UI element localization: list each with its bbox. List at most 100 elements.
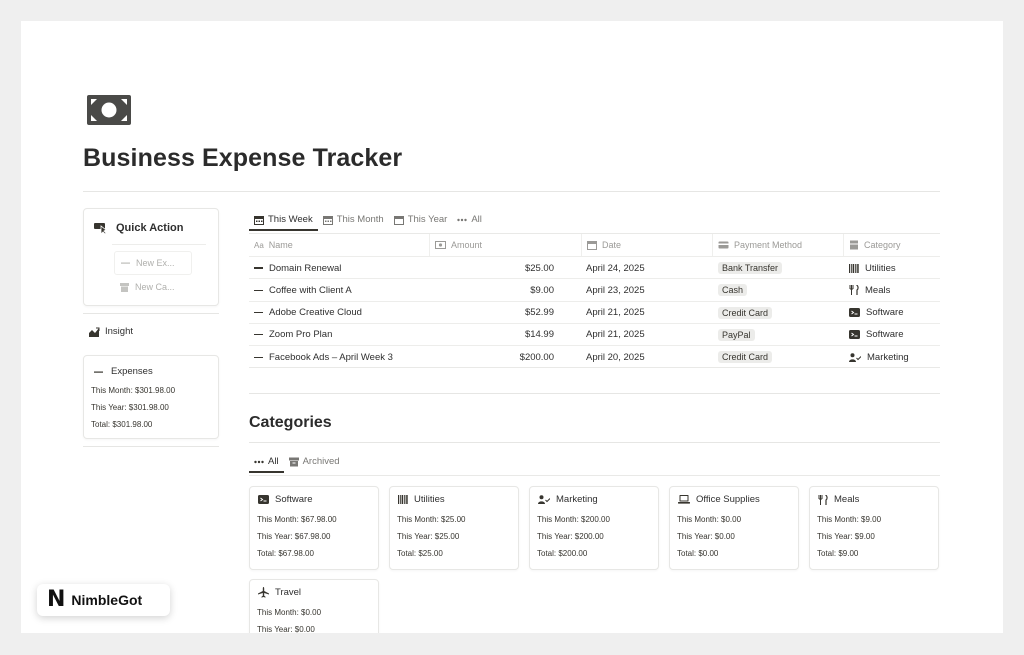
category-card[interactable]: Office Supplies This Month: $0.00 This Yea… (669, 486, 799, 570)
tab-archived[interactable]: Archived (284, 456, 345, 473)
tab-this-year[interactable]: This Year (389, 214, 453, 231)
new-category-label: New Ca... (135, 282, 175, 292)
category-card[interactable]: Meals This Month: $9.00 This Year: $9.00 To… (809, 486, 939, 570)
row-name-cell[interactable]: Domain Renewal (254, 257, 341, 279)
quick-action-card: Quick Action New Ex... New Ca... (83, 208, 219, 306)
fork-knife-icon (818, 494, 828, 505)
calendar-icon (254, 215, 264, 225)
column-header-payment-method[interactable]: Payment Method (718, 234, 802, 256)
expenses-summary-card[interactable]: Expenses This Month: $301.98.00 This Yea… (83, 355, 219, 439)
row-date-cell: April 23, 2025 (586, 279, 645, 301)
category-tabs: All Archived (249, 456, 345, 473)
category-link: Software (866, 307, 904, 319)
category-card[interactable]: Travel This Month: $0.00 This Year: $0.00 (249, 579, 379, 633)
expense-name: Adobe Creative Cloud (269, 307, 362, 319)
new-category-button[interactable]: New Ca... (114, 276, 190, 298)
new-expense-button[interactable]: New Ex... (114, 251, 192, 275)
category-card[interactable]: Utilities This Month: $25.00 This Year: $2… (389, 486, 519, 570)
row-payment-cell[interactable]: Cash (718, 279, 748, 301)
tab-label: Archived (302, 456, 340, 467)
category-name: Marketing (556, 494, 598, 505)
column-header-date[interactable]: Date (587, 234, 621, 256)
row-payment-cell[interactable]: PayPal (718, 324, 755, 346)
row-category-cell[interactable]: Software (849, 324, 904, 346)
category-card[interactable]: Software This Month: $67.98.00 This Year: … (249, 486, 379, 570)
brand-badge: N NimbleGot (37, 584, 170, 616)
table-row[interactable]: Facebook Ads – April Week 3 $200.00 April … (249, 345, 940, 368)
row-category-cell[interactable]: Marketing (849, 346, 909, 368)
row-name-cell[interactable]: Facebook Ads – April Week 3 (254, 346, 393, 368)
money-icon (435, 241, 446, 249)
fork-knife-icon (849, 285, 859, 296)
row-payment-cell[interactable]: Credit Card (718, 302, 773, 324)
tab-label: This Month (336, 214, 384, 225)
calendar-icon (393, 215, 404, 225)
payment-method-tag: PayPal (718, 328, 755, 341)
row-category-cell[interactable]: Meals (849, 279, 890, 301)
expense-date: April 24, 2025 (586, 262, 645, 274)
category-total: Total: $9.00 (817, 549, 859, 558)
expense-date: April 21, 2025 (586, 307, 645, 319)
card-icon (718, 241, 729, 249)
expense-amount: $200.00 (519, 351, 554, 363)
expense-date: April 23, 2025 (586, 284, 645, 296)
expense-name: Coffee with Client A (269, 284, 352, 296)
expense-name: Domain Renewal (269, 262, 342, 274)
tab-all[interactable]: All (452, 214, 487, 231)
category-total: Total: $0.00 (677, 549, 719, 558)
more-horizontal-icon (254, 460, 264, 464)
divider (83, 313, 219, 314)
row-category-cell[interactable]: Software (849, 302, 904, 324)
row-payment-cell[interactable]: Bank Transfer (718, 257, 783, 279)
table-row[interactable]: Zoom Pro Plan $14.99 April 21, 2025 PayPal S… (249, 322, 940, 346)
row-name-cell[interactable]: Coffee with Client A (254, 279, 352, 301)
money-bill-icon (87, 95, 131, 125)
table-row[interactable]: Coffee with Client A $9.00 April 23, 2025 C… (249, 278, 940, 301)
tab-label: All (471, 214, 482, 225)
tab-all-categories[interactable]: All (249, 456, 284, 473)
barcode-icon (849, 263, 859, 273)
expense-date: April 20, 2025 (586, 351, 645, 363)
brand-name: NimbleGot (71, 592, 143, 608)
person-check-icon (538, 495, 550, 504)
category-card-title: Software (258, 494, 313, 505)
category-card-title: Office Supplies (678, 494, 760, 505)
row-date-cell: April 24, 2025 (586, 257, 645, 279)
table-row[interactable]: Adobe Creative Cloud $52.99 April 21, 2025… (249, 300, 940, 324)
software-icon (258, 495, 269, 504)
section-divider (249, 393, 940, 394)
column-header-name[interactable]: Aa Name (254, 234, 293, 256)
quick-action-label: Quick Action (116, 222, 184, 234)
expense-date: April 21, 2025 (586, 329, 645, 341)
minus-icon (254, 267, 263, 269)
view-tabs: This Week This Month This Year All (249, 214, 487, 231)
column-header-amount[interactable]: Amount (435, 234, 482, 256)
row-payment-cell[interactable]: Credit Card (718, 346, 773, 368)
payment-method-tag: Credit Card (718, 351, 773, 364)
more-horizontal-icon (457, 218, 468, 222)
tab-this-week[interactable]: This Week (249, 214, 318, 231)
tab-this-month[interactable]: This Month (318, 214, 389, 231)
row-name-cell[interactable]: Adobe Creative Cloud (254, 302, 362, 324)
software-icon (849, 308, 860, 318)
minus-icon (254, 356, 263, 358)
archive-box-icon (288, 457, 299, 467)
row-category-cell[interactable]: Utilities (849, 257, 896, 279)
table-row[interactable]: Domain Renewal $25.00 April 24, 2025 Bank T… (249, 256, 940, 279)
category-this-year: This Year: $9.00 (817, 532, 875, 541)
software-icon (849, 330, 860, 340)
tab-label: This Week (268, 214, 313, 225)
person-check-icon (849, 352, 861, 362)
column-header-category[interactable]: Category (849, 234, 901, 256)
pointer-icon (94, 222, 108, 234)
category-name: Meals (834, 494, 860, 505)
category-card[interactable]: Marketing This Month: $200.00 This Year: $… (529, 486, 659, 570)
category-this-month: This Month: $0.00 (677, 515, 742, 524)
minus-icon (254, 312, 263, 314)
row-amount-cell: $52.99 (429, 302, 554, 324)
expenses-total: Total: $301.98.00 (91, 420, 153, 429)
expenses-this-month: This Month: $301.98.00 (91, 386, 176, 395)
row-name-cell[interactable]: Zoom Pro Plan (254, 324, 332, 346)
category-name: Utilities (414, 494, 445, 505)
category-total: Total: $67.98.00 (257, 549, 314, 558)
